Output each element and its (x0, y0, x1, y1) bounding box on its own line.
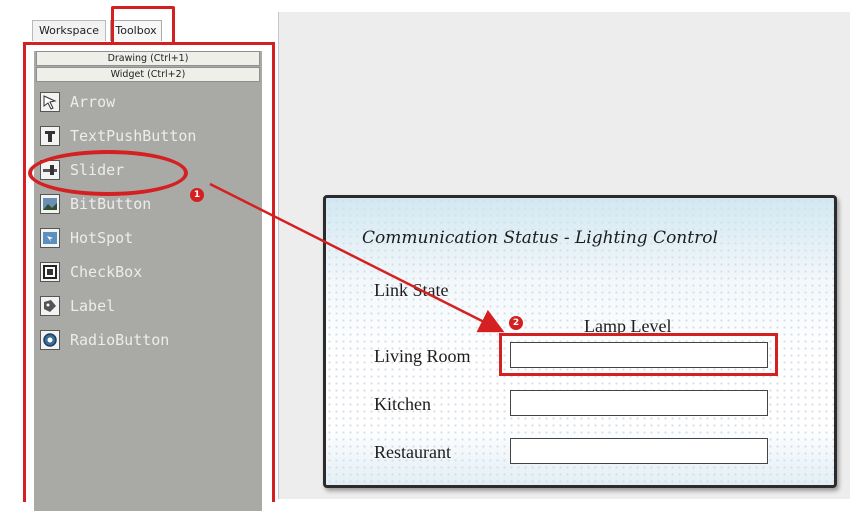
tool-item-label: CheckBox (70, 263, 143, 281)
section-drawing-button[interactable]: Drawing (Ctrl+1) (36, 51, 260, 66)
row-label-kitchen: Kitchen (374, 394, 431, 414)
form-title: Communication Status - Lighting Control (362, 228, 718, 248)
text-button-icon (40, 126, 60, 146)
tool-item-label: RadioButton (70, 331, 170, 349)
link-state-label: Link State (374, 280, 449, 300)
checkbox-icon (40, 262, 60, 282)
radio-button-icon (40, 330, 60, 350)
tab-workspace[interactable]: Workspace (32, 20, 106, 41)
drop-target-highlight (499, 333, 778, 376)
toolbox-panel: Drawing (Ctrl+1) Widget (Ctrl+2) Arrow T… (23, 42, 275, 511)
tool-item-label: Arrow (70, 93, 116, 111)
slider-highlight-ellipse (28, 150, 188, 196)
tool-item-label[interactable]: Label (40, 293, 250, 319)
hotspot-icon (40, 228, 60, 248)
row-label-restaurant: Restaurant (374, 442, 451, 462)
bitmap-button-icon (40, 194, 60, 214)
kitchen-lamp-slider[interactable] (510, 390, 768, 416)
toolbox-list: Drawing (Ctrl+1) Widget (Ctrl+2) Arrow T… (34, 51, 262, 511)
tool-item-bitbutton[interactable]: BitButton (40, 191, 250, 217)
tool-item-label: HotSpot (70, 229, 134, 247)
tool-item-radiobutton[interactable]: RadioButton (40, 327, 250, 353)
restaurant-lamp-slider[interactable] (510, 438, 768, 464)
section-widget-button[interactable]: Widget (Ctrl+2) (36, 67, 260, 82)
tool-item-textpushbutton[interactable]: TextPushButton (40, 123, 250, 149)
toolbox-tab-highlight (111, 6, 175, 44)
tool-item-label-text: Label (70, 297, 116, 315)
label-icon (40, 296, 60, 316)
tool-item-hotspot[interactable]: HotSpot (40, 225, 250, 251)
tool-item-checkbox[interactable]: CheckBox (40, 259, 250, 285)
tool-item-label: TextPushButton (70, 127, 197, 145)
step-2-badge: 2 (509, 316, 523, 330)
step-1-badge: 1 (190, 188, 204, 202)
arrow-icon (40, 92, 60, 112)
row-label-living-room: Living Room (374, 346, 471, 366)
tool-item-arrow[interactable]: Arrow (40, 89, 250, 115)
